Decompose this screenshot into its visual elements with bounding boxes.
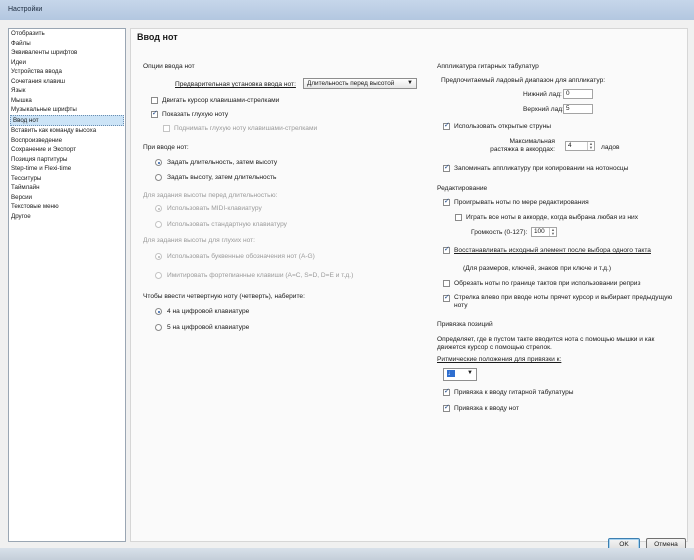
upper-fret-input[interactable]: 5	[563, 104, 593, 114]
piano-keys-label: Имитировать фортепианные клавиши (A=C, S…	[167, 272, 354, 279]
play-all-chord-checkbox[interactable]	[455, 214, 462, 221]
midi-keyboard-label: Использовать MIDI-клавиатуру	[167, 205, 262, 212]
ghost-note-heading: Для задания высоты для глухих нот:	[143, 237, 256, 244]
sidebar-item[interactable]: Тесситуры	[9, 174, 125, 184]
tab-fingering-heading: Аппликатура гитарных табулатур	[437, 63, 539, 70]
sidebar-item[interactable]: Позиция партитуры	[9, 155, 125, 165]
volume-value: 100	[534, 228, 545, 235]
window-title: Настройки	[8, 6, 43, 13]
midi-keyboard-radio[interactable]	[155, 205, 162, 212]
play-all-chord-label: Играть все ноты в аккорде, когда выбрана…	[466, 214, 639, 221]
sidebar-item[interactable]: Отобразить	[9, 29, 125, 39]
snap-description: Определяет, где в пустом такте вводится …	[437, 336, 655, 351]
pitch-then-duration-label: Задать высоту, затем длительность	[167, 174, 277, 181]
editing-heading: Редактирование	[437, 185, 488, 192]
sidebar-item[interactable]: Музыкальные шрифты	[9, 105, 125, 115]
snap-heading: Привязка позиций	[437, 321, 493, 328]
taskbar	[0, 548, 694, 560]
rhythmic-snap-label: Ритмические положения для привязки к:	[437, 356, 562, 363]
snap-dropdown[interactable]: ♩ ▼	[443, 368, 477, 381]
settings-window: Отобразить Файлы Эквиваленты шрифтов Идеи Ус…	[0, 20, 694, 560]
duration-first-heading: Для задания высоты перед длительностью:	[143, 192, 278, 199]
open-strings-checkbox[interactable]	[443, 121, 450, 130]
title-bar: Настройки	[0, 0, 694, 21]
move-cursor-arrows-label: Двигать курсор клавишами-стрелками	[162, 97, 280, 104]
sidebar-item[interactable]: Эквиваленты шрифтов	[9, 48, 125, 58]
open-strings-label: Использовать открытые струны	[454, 123, 551, 130]
sidebar-item[interactable]: Версии	[9, 193, 125, 203]
restore-previous-label: Восстанавливать исходный элемент после в…	[454, 247, 651, 254]
options-heading: Опции ввода нот	[143, 63, 195, 70]
snap-to-notes-checkbox[interactable]	[443, 403, 450, 412]
sidebar-item[interactable]: Таймлайн	[9, 183, 125, 193]
remember-fingering-checkbox[interactable]	[443, 163, 450, 172]
computer-keyboard-label: Использовать стандартную клавиатуру	[167, 221, 287, 228]
duration-then-pitch-radio[interactable]	[155, 159, 162, 166]
page-title: Ввод нот	[137, 32, 178, 42]
pitch-entry-heading: При вводе нот:	[143, 144, 189, 151]
max-stretch-label: Максимальная растяжка в аккордах:	[490, 138, 555, 153]
piano-keys-radio[interactable]	[155, 272, 162, 279]
restore-previous-checkbox[interactable]	[443, 245, 450, 254]
spinner-arrows-icon[interactable]: ▲ ▼	[549, 228, 556, 236]
preset-dropdown[interactable]: Длительность перед высотой ▼	[303, 78, 417, 89]
max-stretch-input[interactable]: 4 ▲ ▼	[565, 141, 595, 151]
numpad-5-label: 5 на цифровой клавиатуре	[167, 324, 250, 331]
max-stretch-value: 4	[568, 142, 572, 149]
left-arrow-checkbox[interactable]	[443, 293, 450, 302]
left-arrow-label: Стрелка влево при вводе ноты прячет курс…	[454, 294, 673, 309]
sidebar-item[interactable]: Устройства ввода	[9, 67, 125, 77]
sidebar-item[interactable]: Другое	[9, 212, 125, 222]
computer-keyboard-radio[interactable]	[155, 221, 162, 228]
sidebar-item[interactable]: Step-time и Flexi-time	[9, 164, 125, 174]
trim-repeats-label: Обрезать ноты по границе тактов при испо…	[454, 280, 641, 287]
sidebar-item[interactable]: Сохранение и Экспорт	[9, 145, 125, 155]
chevron-down-icon: ▼	[467, 370, 473, 376]
sidebar-item[interactable]: Ввод нот	[10, 114, 124, 126]
duration-then-pitch-label: Задать длительность, затем высоту	[167, 159, 278, 166]
trim-repeats-checkbox[interactable]	[443, 280, 450, 287]
snap-to-notes-label: Привязка к вводу нот	[454, 405, 519, 412]
chevron-down-icon: ▼	[407, 80, 413, 86]
category-list[interactable]: Отобразить Файлы Эквиваленты шрифтов Идеи Ус…	[8, 28, 126, 542]
upper-fret-label: Верхний лад:	[523, 106, 564, 113]
letter-names-radio[interactable]	[155, 253, 162, 260]
snap-to-tab-label: Привязка к вводу гитарной табулатуры	[454, 389, 574, 396]
sidebar-item[interactable]: Сочетания клавиш	[9, 77, 125, 87]
sidebar-item[interactable]: Язык	[9, 86, 125, 96]
ghost-note-up-down-checkbox[interactable]	[163, 125, 170, 132]
snap-value: ♩	[447, 370, 456, 377]
max-stretch-unit: ладов	[601, 144, 620, 151]
volume-input[interactable]: 100 ▲ ▼	[531, 227, 557, 237]
move-cursor-arrows-checkbox[interactable]	[151, 97, 158, 104]
volume-label: Громкость (0-127):	[471, 229, 528, 236]
quarter-note-heading: Чтобы ввести четвертную ноту (четверть),…	[143, 293, 305, 300]
restore-note: (Для размеров, ключей, знаков при ключе …	[463, 265, 612, 272]
sidebar-item[interactable]: Вставить как команду высоха	[9, 126, 125, 136]
show-ghost-note-checkbox[interactable]	[151, 109, 158, 118]
sidebar-item[interactable]: Мышка	[9, 96, 125, 106]
spinner-arrows-icon[interactable]: ▲ ▼	[587, 142, 594, 150]
sidebar-item[interactable]: Воспроизведение	[9, 136, 125, 146]
show-ghost-note-label: Показать глухую ноту	[162, 111, 229, 118]
numpad-4-label: 4 на цифровой клавиатуре	[167, 308, 250, 315]
remember-fingering-label: Запоминать аппликатуру при копировании н…	[454, 165, 629, 172]
fret-range-label: Предпочитаемый ладовый диапазон для аппл…	[441, 77, 606, 84]
ghost-note-up-down-label: Поднимать глухую ноту клавишами-стрелкам…	[174, 125, 318, 132]
lower-fret-input[interactable]: 0	[563, 89, 593, 99]
play-on-edit-checkbox[interactable]	[443, 197, 450, 206]
note-input-panel: Ввод нот Опции ввода нот Предварительная…	[130, 28, 688, 542]
sidebar-item[interactable]: Идеи	[9, 58, 125, 68]
sidebar-item[interactable]: Файлы	[9, 39, 125, 49]
preset-label: Предварительная установка ввода нот:	[175, 81, 296, 88]
preset-value: Длительность перед высотой	[307, 80, 395, 87]
lower-fret-label: Нижний лад:	[523, 91, 562, 98]
numpad-4-radio[interactable]	[155, 308, 162, 315]
letter-names-label: Использовать буквенные обозначения нот (…	[167, 253, 315, 260]
play-on-edit-label: Проигрывать ноты по мере редактирования	[454, 199, 589, 206]
pitch-then-duration-radio[interactable]	[155, 174, 162, 181]
sidebar-item[interactable]: Текстовые меню	[9, 202, 125, 212]
snap-to-tab-checkbox[interactable]	[443, 387, 450, 396]
numpad-5-radio[interactable]	[155, 324, 162, 331]
